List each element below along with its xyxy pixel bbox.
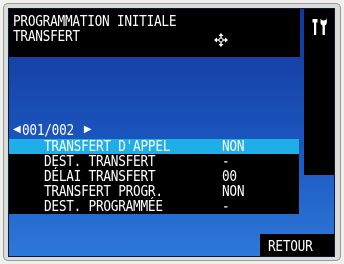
page-indicator: ◀ 001/002 ▶ [13,122,92,138]
back-button[interactable]: RETOUR [260,234,334,256]
four-way-arrow-icon [214,33,228,47]
back-button-label: RETOUR [268,237,313,255]
side-panel [304,57,334,175]
header-bar: PROGRAMMATION INITIALE TRANSFERT [9,9,300,57]
lcd-screen: PROGRAMMATION INITIALE TRANSFERT ◀ 001/0… [8,8,335,257]
triangle-right-icon[interactable]: ▶ [84,122,92,138]
tools-button[interactable] [304,9,334,57]
triangle-left-icon[interactable]: ◀ [13,122,21,138]
tools-icon [312,18,327,35]
page-subtitle: TRANSFERT [13,27,80,45]
item-label: DEST. PROGRAMMÉE [44,197,163,215]
page-counter: 001/002 [21,121,74,139]
item-value: - [222,197,230,215]
settings-list: TRANSFERT D'APPEL NON DEST. TRANSFERT - … [9,139,299,214]
list-item-dest-programmee[interactable]: DEST. PROGRAMMÉE - [9,199,299,214]
